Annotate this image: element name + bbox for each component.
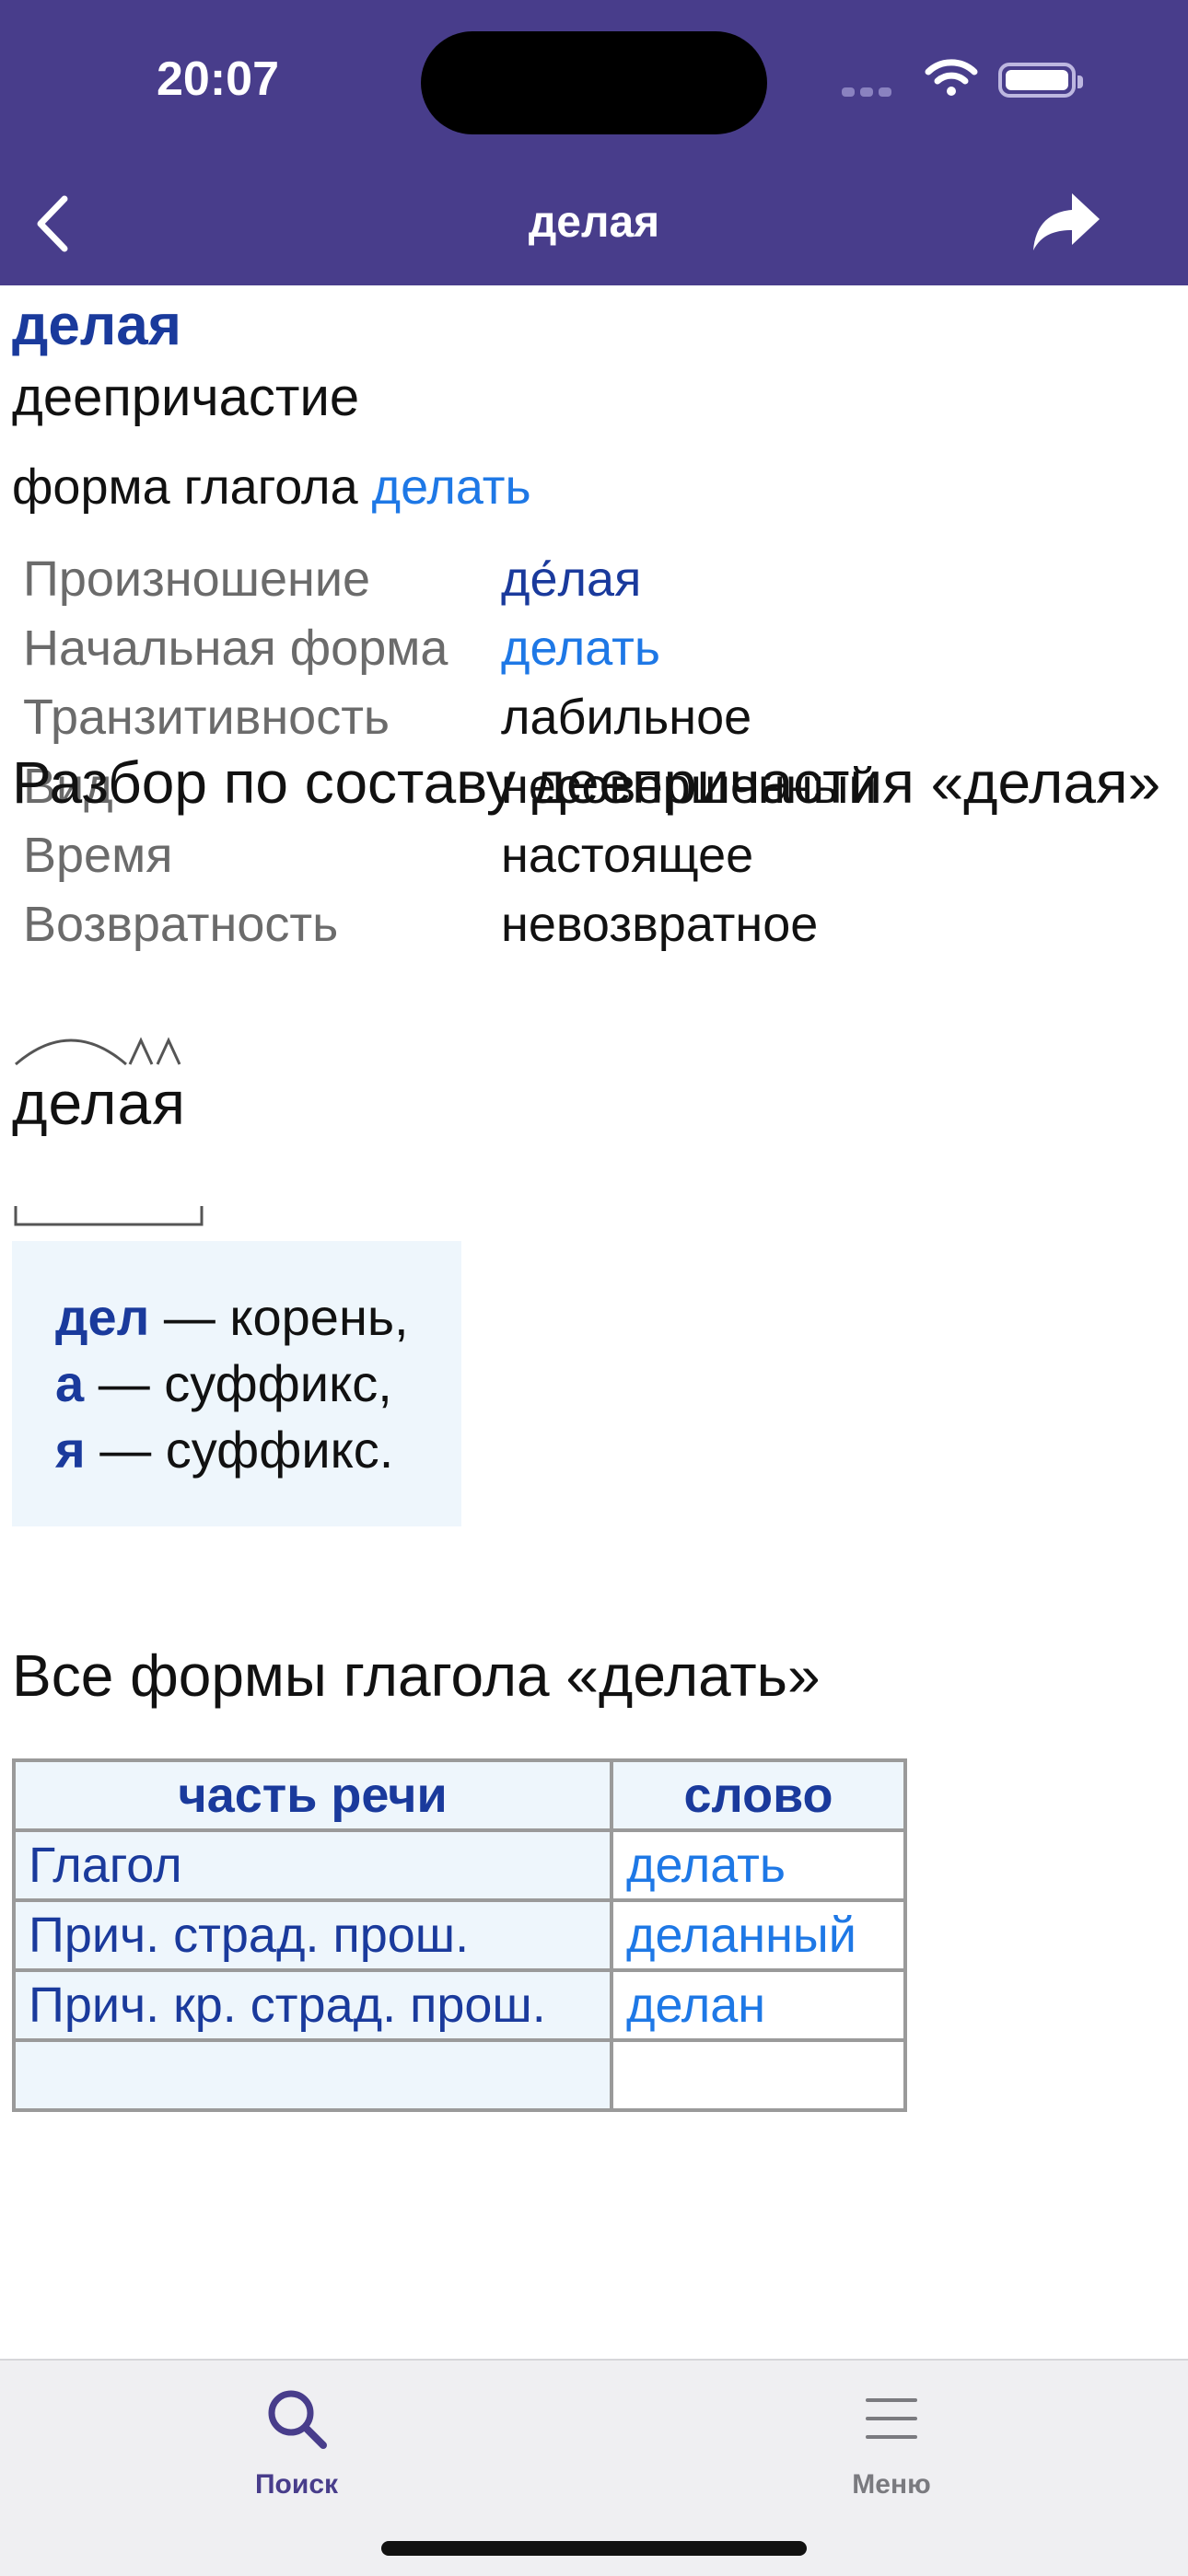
property-value: де́лая <box>501 551 642 607</box>
tab-menu-label: Меню <box>852 2469 931 2500</box>
property-row: Возвратность невозвратное <box>23 896 877 965</box>
property-value: невозвратное <box>501 897 819 952</box>
entry-word: делая <box>12 294 181 357</box>
morpheme-desc: — суффикс. <box>85 1421 394 1479</box>
morpheme-suffix: я <box>55 1421 86 1479</box>
morphemes-heading: Разбор по составу деепричастия «делая» <box>12 749 1161 816</box>
word-link-cell <box>610 2038 907 2112</box>
morpheme-suffix: а <box>55 1354 85 1412</box>
morpheme-desc: — суффикс, <box>84 1354 392 1412</box>
form-of-prefix: форма глагола <box>12 459 358 515</box>
property-row: Произношение де́лая <box>23 551 877 620</box>
tab-search-label: Поиск <box>254 2469 339 2500</box>
share-forward-icon[interactable] <box>1030 190 1101 254</box>
form-of-line: форма глагола делать <box>12 458 531 516</box>
word-link-cell[interactable]: деланный <box>610 1898 907 1972</box>
page-title: делая <box>528 198 660 247</box>
part-of-speech: деепричастие <box>12 367 360 427</box>
table-row: Прич. страд. прош. деланный <box>12 1898 907 1972</box>
column-header-word: слово <box>610 1758 907 1832</box>
morpheme-root: дел <box>55 1288 150 1346</box>
pos-cell: Прич. страд. прош. <box>12 1898 613 1972</box>
forms-heading: Все формы глагола «делать» <box>12 1642 821 1709</box>
tab-search[interactable]: Поиск <box>158 2377 435 2501</box>
word-link-cell[interactable]: делан <box>610 1968 907 2042</box>
morpheme-suffix-line: а — суффикс, <box>55 1353 392 1413</box>
pos-cell <box>12 2038 613 2112</box>
cellular-signal-icon <box>842 85 897 101</box>
table-row <box>12 2038 907 2112</box>
morpheme-word: делая <box>12 1069 186 1137</box>
property-label: Время <box>23 828 173 883</box>
home-indicator <box>381 2541 807 2556</box>
tab-menu[interactable]: Меню <box>753 2377 1030 2501</box>
word-link-cell[interactable]: делать <box>610 1828 907 1902</box>
app-header: 20:07 делая <box>0 0 1188 285</box>
column-header-pos: часть речи <box>12 1758 613 1832</box>
battery-icon <box>998 63 1083 98</box>
search-icon <box>268 2390 327 2449</box>
property-row: Время настоящее <box>23 827 877 896</box>
table-header-row: часть речи слово <box>12 1758 907 1832</box>
morpheme-suffix-line: я — суффикс. <box>55 1420 393 1479</box>
morpheme-desc: — корень, <box>149 1288 409 1346</box>
property-label: Произношение <box>23 551 371 607</box>
forms-table: часть речи слово Глагол делать Прич. стр… <box>12 1758 907 2112</box>
property-value: настоящее <box>501 828 754 883</box>
table-row: Глагол делать <box>12 1828 907 1902</box>
pos-cell: Прич. кр. страд. прош. <box>12 1968 613 2042</box>
dynamic-island <box>421 31 767 134</box>
form-of-link[interactable]: делать <box>372 459 531 515</box>
property-label: Возвратность <box>23 897 339 952</box>
pos-cell: Глагол <box>12 1828 613 1902</box>
table-row: Прич. кр. страд. прош. делан <box>12 1968 907 2042</box>
property-label: Начальная форма <box>23 621 448 676</box>
initial-form-link[interactable]: делать <box>501 620 660 689</box>
property-row: Начальная форма делать <box>23 620 877 689</box>
wifi-icon <box>925 59 978 96</box>
morpheme-legend: дел — корень, а — суффикс, я — суффикс. <box>12 1241 461 1526</box>
hamburger-menu-icon <box>866 2398 917 2439</box>
morpheme-root-line: дел — корень, <box>55 1287 409 1347</box>
status-time: 20:07 <box>157 52 279 106</box>
